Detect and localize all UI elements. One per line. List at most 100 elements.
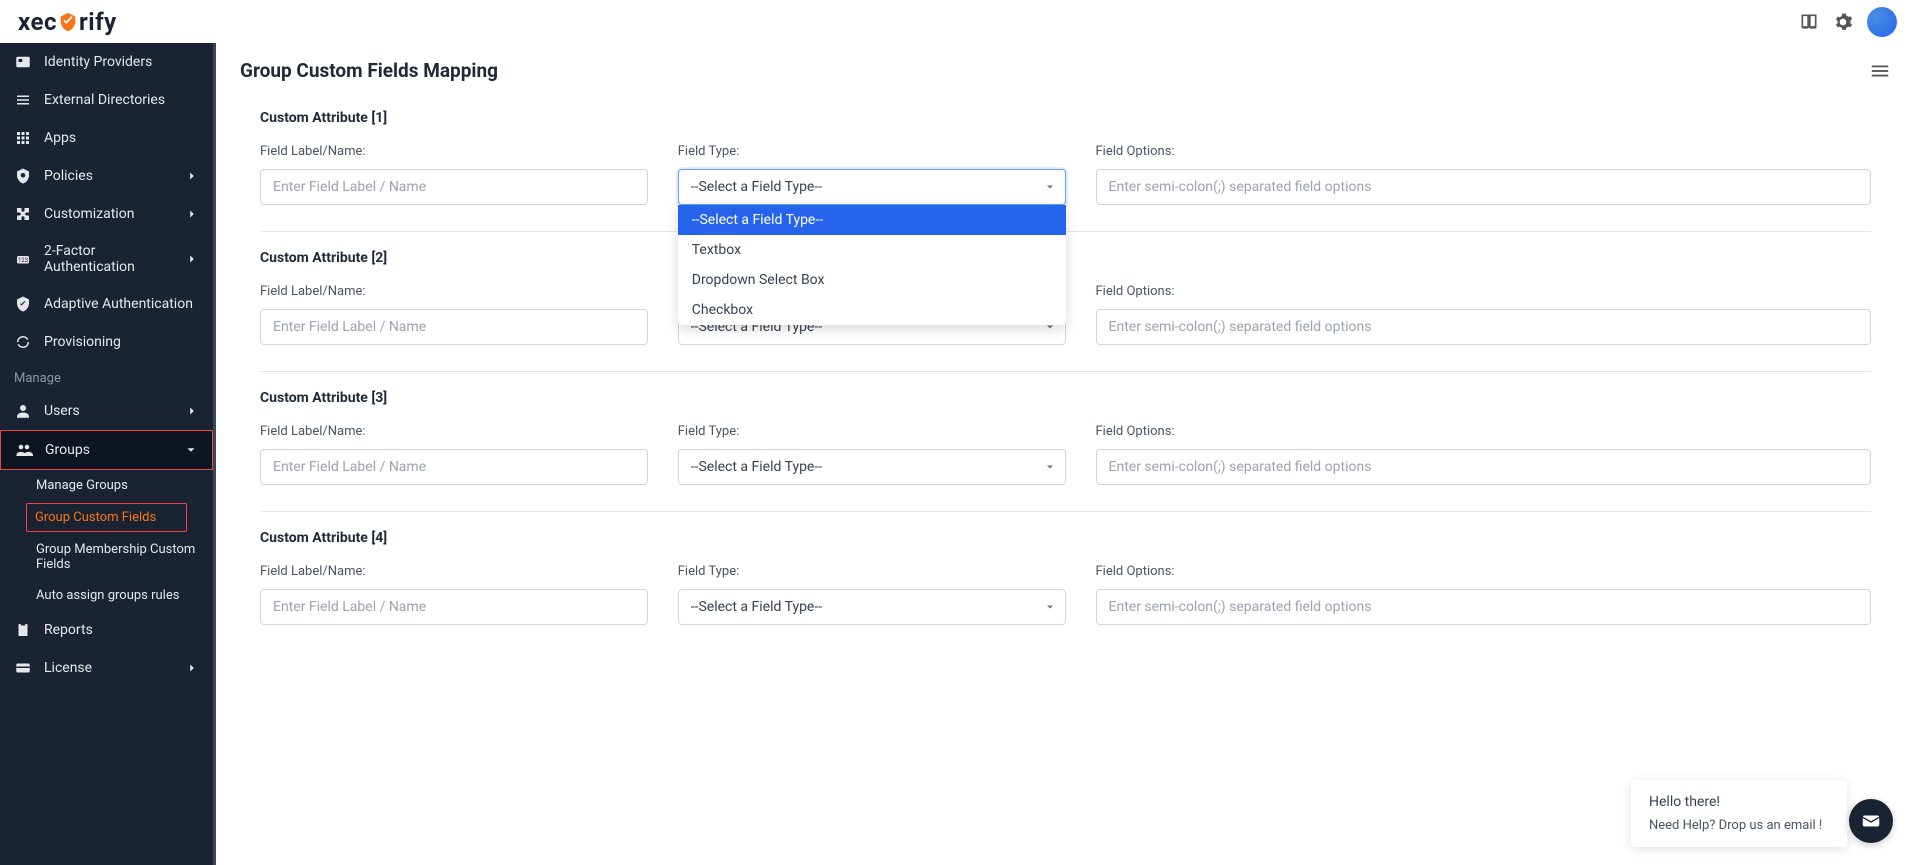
dropdown-option-checkbox[interactable]: Checkbox <box>678 295 1066 325</box>
sync-icon <box>14 333 32 351</box>
main-content: Group Custom Fields Mapping Custom Attri… <box>216 43 1915 865</box>
user-avatar[interactable] <box>1867 7 1897 37</box>
dropdown-option-textbox[interactable]: Textbox <box>678 235 1066 265</box>
field-options-input[interactable] <box>1096 449 1872 485</box>
logo-post: rify <box>79 8 117 36</box>
chevron-right-icon <box>185 207 199 221</box>
page-header: Group Custom Fields Mapping <box>216 43 1915 92</box>
shield-logo-icon <box>57 11 79 33</box>
manage-section-label: Manage <box>0 361 213 392</box>
page-title: Group Custom Fields Mapping <box>240 59 498 82</box>
field-label-name: Field Label/Name: <box>260 564 648 579</box>
custom-attribute-block-1: Custom Attribute [1] Field Label/Name: F… <box>260 92 1871 232</box>
svg-text:123: 123 <box>18 257 28 264</box>
sub-item-manage-groups[interactable]: Manage Groups <box>0 470 213 501</box>
field-label-input[interactable] <box>260 449 648 485</box>
sub-item-group-membership-custom-fields[interactable]: Group Membership Custom Fields <box>0 534 213 580</box>
field-type-select[interactable]: --Select a Field Type-- <box>678 169 1066 205</box>
sidebar-item-users[interactable]: Users <box>0 392 213 430</box>
app-header: xecrify <box>0 0 1915 43</box>
nav-label: Identity Providers <box>44 54 199 70</box>
mail-icon <box>1860 810 1882 832</box>
field-type-dropdown: --Select a Field Type-- Textbox Dropdown… <box>678 205 1066 325</box>
nav-label: License <box>44 660 173 676</box>
sub-item-auto-assign-groups-rules[interactable]: Auto assign groups rules <box>0 580 213 611</box>
field-label-input[interactable] <box>260 169 648 205</box>
attribute-title: Custom Attribute [3] <box>260 390 1871 406</box>
badge-icon: 123 <box>14 250 32 268</box>
brand-logo[interactable]: xecrify <box>18 8 117 36</box>
chat-fab[interactable] <box>1849 799 1893 843</box>
nav-label: Groups <box>45 442 172 458</box>
field-type-label: Field Type: <box>678 424 1066 439</box>
sidebar-item-identity-providers[interactable]: Identity Providers <box>0 43 213 81</box>
nav-label: Adaptive Authentication <box>44 296 199 312</box>
header-actions <box>1799 7 1897 37</box>
groups-icon <box>15 441 33 459</box>
chevron-right-icon <box>185 404 199 418</box>
hamburger-icon[interactable] <box>1869 60 1891 82</box>
field-options-input[interactable] <box>1096 589 1872 625</box>
shield-cog-icon <box>14 167 32 185</box>
field-options-input[interactable] <box>1096 169 1872 205</box>
custom-attribute-block-3: Custom Attribute [3] Field Label/Name: F… <box>260 372 1871 512</box>
field-type-select[interactable]: --Select a Field Type-- <box>678 589 1066 625</box>
sidebar-item-reports[interactable]: Reports <box>0 611 213 649</box>
field-options-label: Field Options: <box>1096 424 1872 439</box>
chat-greeting: Hello there! <box>1649 794 1829 810</box>
book-icon[interactable] <box>1799 12 1819 32</box>
nav-label: Policies <box>44 168 173 184</box>
field-options-label: Field Options: <box>1096 564 1872 579</box>
field-options-label: Field Options: <box>1096 144 1872 159</box>
id-icon <box>14 53 32 71</box>
list-icon <box>14 91 32 109</box>
shield-check-icon <box>14 295 32 313</box>
sidebar-item-external-directories[interactable]: External Directories <box>0 81 213 119</box>
nav-label: 2-Factor Authentication <box>44 243 173 275</box>
form-content: Custom Attribute [1] Field Label/Name: F… <box>216 92 1915 691</box>
chevron-down-icon <box>184 443 198 457</box>
chevron-right-icon <box>185 252 199 266</box>
gear-icon[interactable] <box>1833 12 1853 32</box>
dropdown-option-dropdown-select-box[interactable]: Dropdown Select Box <box>678 265 1066 295</box>
field-label-name: Field Label/Name: <box>260 284 648 299</box>
sidebar-item-2fa[interactable]: 123 2-Factor Authentication <box>0 233 213 285</box>
attribute-title: Custom Attribute [2] <box>260 250 1871 266</box>
sidebar-item-groups[interactable]: Groups <box>0 430 213 470</box>
sidebar-item-adaptive-auth[interactable]: Adaptive Authentication <box>0 285 213 323</box>
field-label-input[interactable] <box>260 309 648 345</box>
chevron-right-icon <box>185 169 199 183</box>
field-type-select[interactable]: --Select a Field Type-- <box>678 449 1066 485</box>
card-icon <box>14 659 32 677</box>
attribute-title: Custom Attribute [4] <box>260 530 1871 546</box>
chat-popup: Hello there! Need Help? Drop us an email… <box>1631 780 1847 847</box>
sidebar-item-policies[interactable]: Policies <box>0 157 213 195</box>
clipboard-icon <box>14 621 32 639</box>
grid-icon <box>14 129 32 147</box>
logo-pre: xec <box>18 8 57 36</box>
sidebar: Identity Providers External Directories … <box>0 43 216 865</box>
sidebar-item-provisioning[interactable]: Provisioning <box>0 323 213 361</box>
field-label-name: Field Label/Name: <box>260 144 648 159</box>
sub-item-group-custom-fields[interactable]: Group Custom Fields <box>26 503 187 532</box>
user-icon <box>14 402 32 420</box>
custom-attribute-block-4: Custom Attribute [4] Field Label/Name: F… <box>260 512 1871 651</box>
field-type-label: Field Type: <box>678 564 1066 579</box>
nav-label: Users <box>44 403 173 419</box>
sidebar-item-customization[interactable]: Customization <box>0 195 213 233</box>
custom-attribute-block-2: Custom Attribute [2] Field Label/Name: F… <box>260 232 1871 372</box>
nav-label: External Directories <box>44 92 199 108</box>
chevron-right-icon <box>185 661 199 675</box>
sidebar-item-apps[interactable]: Apps <box>0 119 213 157</box>
sidebar-item-license[interactable]: License <box>0 649 213 687</box>
nav-label: Customization <box>44 206 173 222</box>
field-options-input[interactable] <box>1096 309 1872 345</box>
dropdown-option-placeholder[interactable]: --Select a Field Type-- <box>678 205 1066 235</box>
field-label-input[interactable] <box>260 589 648 625</box>
chat-help-text: Need Help? Drop us an email ! <box>1649 818 1829 833</box>
attribute-title: Custom Attribute [1] <box>260 110 1871 126</box>
nav-label: Provisioning <box>44 334 199 350</box>
nav-label: Reports <box>44 622 199 638</box>
nav-label: Apps <box>44 130 199 146</box>
field-type-label: Field Type: <box>678 144 1066 159</box>
